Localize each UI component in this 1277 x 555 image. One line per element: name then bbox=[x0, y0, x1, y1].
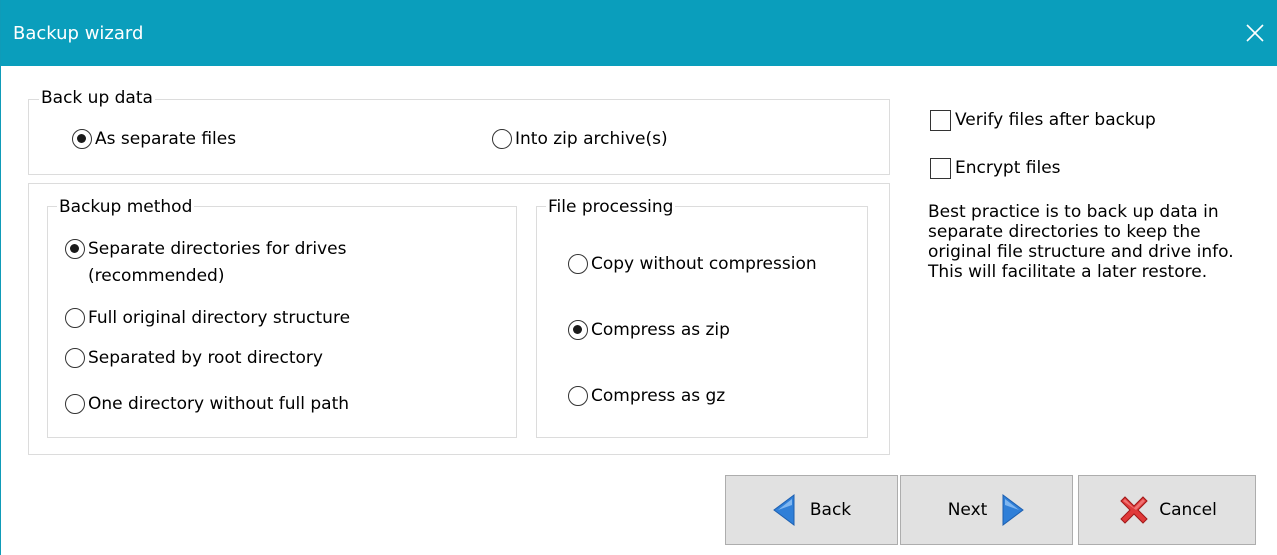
radio-label-line1: Separate directories for drives bbox=[88, 239, 347, 259]
radio-label: Copy without compression bbox=[591, 254, 817, 274]
checkbox-label: Verify files after backup bbox=[955, 110, 1156, 130]
radio-indicator bbox=[568, 320, 588, 340]
radio-into-zip-archives[interactable]: Into zip archive(s) bbox=[492, 128, 668, 150]
red-x-icon bbox=[1117, 493, 1151, 527]
radio-label: Full original directory structure bbox=[88, 308, 351, 328]
radio-label: Compress as zip bbox=[591, 320, 730, 340]
radio-label: Separated by root directory bbox=[88, 348, 323, 368]
checkbox-indicator bbox=[930, 109, 951, 131]
radio-indicator bbox=[492, 129, 512, 149]
radio-compress-as-zip[interactable]: Compress as zip bbox=[568, 319, 730, 341]
radio-one-directory-without-full-path[interactable]: One directory without full path bbox=[65, 393, 349, 415]
next-button[interactable]: Next bbox=[900, 475, 1073, 545]
radio-label: As separate files bbox=[95, 129, 237, 149]
radio-full-original-directory-structure[interactable]: Full original directory structure bbox=[65, 307, 350, 329]
backup-wizard-window: Backup wizard Back up data As separate f… bbox=[0, 0, 1277, 555]
radio-indicator bbox=[65, 348, 85, 368]
back-button[interactable]: Back bbox=[725, 475, 898, 545]
radio-copy-without-compression[interactable]: Copy without compression bbox=[568, 253, 817, 275]
radio-label: Separate directories for drives (recomme… bbox=[88, 238, 347, 287]
next-button-label: Next bbox=[947, 500, 988, 520]
close-button[interactable] bbox=[1232, 0, 1277, 66]
backup-method-legend: Backup method bbox=[57, 197, 195, 217]
back-button-label: Back bbox=[809, 500, 852, 520]
radio-indicator bbox=[65, 394, 85, 414]
info-text: Best practice is to back up data in sepa… bbox=[928, 202, 1234, 282]
radio-separate-directories-for-drives[interactable]: Separate directories for drives (recomme… bbox=[65, 238, 347, 287]
radio-as-separate-files[interactable]: As separate files bbox=[72, 128, 236, 150]
radio-indicator bbox=[72, 129, 92, 149]
radio-label-line2: (recommended) bbox=[88, 266, 225, 286]
file-processing-legend: File processing bbox=[546, 197, 676, 217]
radio-indicator bbox=[65, 239, 85, 259]
radio-separated-by-root-directory[interactable]: Separated by root directory bbox=[65, 347, 323, 369]
radio-indicator bbox=[65, 308, 85, 328]
cancel-button[interactable]: Cancel bbox=[1078, 475, 1256, 545]
title-bar: Backup wizard bbox=[1, 0, 1277, 66]
close-icon bbox=[1246, 24, 1264, 42]
radio-label: Into zip archive(s) bbox=[515, 129, 668, 149]
window-title: Backup wizard bbox=[13, 23, 144, 44]
radio-compress-as-gz[interactable]: Compress as gz bbox=[568, 385, 725, 407]
cancel-button-label: Cancel bbox=[1159, 500, 1217, 520]
radio-label: One directory without full path bbox=[88, 394, 350, 414]
radio-label: Compress as gz bbox=[591, 386, 726, 406]
checkbox-indicator bbox=[930, 157, 951, 179]
radio-indicator bbox=[568, 254, 588, 274]
radio-indicator bbox=[568, 386, 588, 406]
encrypt-files-checkbox[interactable]: Encrypt files bbox=[930, 157, 1061, 179]
checkbox-label: Encrypt files bbox=[955, 158, 1061, 178]
arrow-left-icon bbox=[772, 493, 796, 527]
arrow-right-icon bbox=[1001, 493, 1025, 527]
verify-files-checkbox[interactable]: Verify files after backup bbox=[930, 109, 1156, 131]
backup-data-legend: Back up data bbox=[39, 88, 155, 108]
